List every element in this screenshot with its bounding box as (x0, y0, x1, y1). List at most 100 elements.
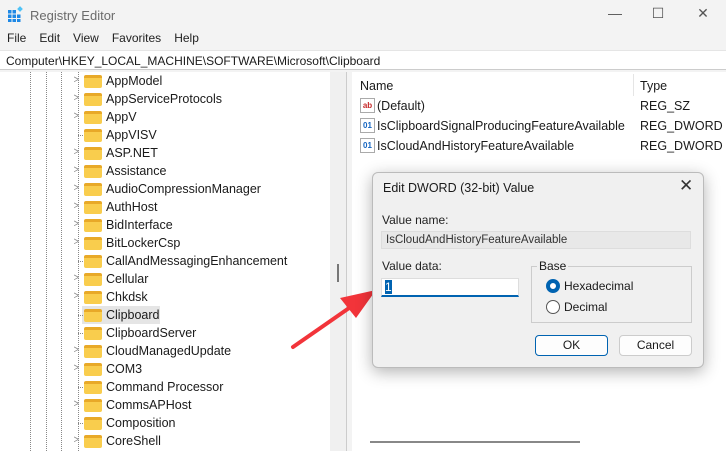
tree-item[interactable]: Composition (0, 414, 330, 432)
menu-edit[interactable]: Edit (32, 31, 66, 49)
value-type: REG_DWORD (640, 139, 723, 153)
tree-item-label: Chkdsk (106, 290, 148, 304)
base-group: Base Hexadecimal Decimal (531, 259, 692, 323)
decimal-radio[interactable] (546, 300, 560, 314)
tree-item[interactable]: Command Processor (0, 378, 330, 396)
address-bar[interactable]: Computer\HKEY_LOCAL_MACHINE\SOFTWARE\Mic… (0, 50, 726, 70)
value-name-field: IsCloudAndHistoryFeatureAvailable (381, 231, 691, 249)
dialog-close-icon[interactable]: ✕ (679, 176, 693, 196)
close-button[interactable]: ✕ (688, 5, 718, 25)
value-type: REG_SZ (640, 99, 691, 113)
scrollbar-thumb[interactable] (370, 441, 580, 443)
chevron-right-icon[interactable]: > (74, 434, 79, 446)
menu-favorites[interactable]: Favorites (105, 31, 167, 49)
decimal-label[interactable]: Decimal (564, 300, 607, 314)
tree-item-label: Cellular (106, 272, 149, 286)
tree-item-label: AppServiceProtocols (106, 92, 223, 106)
chevron-right-icon[interactable]: > (74, 218, 79, 230)
folder-icon (84, 129, 102, 142)
tree-item[interactable]: > CloudManagedUpdate (0, 342, 330, 360)
tree-item[interactable]: > CoreShell (0, 432, 330, 450)
minimize-button[interactable]: — (600, 5, 630, 25)
maximize-button[interactable]: ☐ (643, 5, 673, 25)
chevron-right-icon[interactable]: > (74, 344, 79, 356)
tree-item-label: Command Processor (106, 380, 224, 394)
menu-file[interactable]: File (0, 31, 32, 49)
cancel-button[interactable]: Cancel (619, 335, 692, 356)
tree-item[interactable]: > AuthHost (0, 198, 330, 216)
ok-button[interactable]: OK (535, 335, 608, 356)
folder-icon (84, 237, 102, 250)
tree-item[interactable]: > Cellular (0, 270, 330, 288)
menu-view[interactable]: View (66, 31, 105, 49)
tree-item[interactable]: > AppServiceProtocols (0, 90, 330, 108)
menu-help[interactable]: Help (167, 31, 205, 49)
tree-item[interactable]: > Chkdsk (0, 288, 330, 306)
column-divider[interactable] (633, 74, 634, 96)
folder-icon (84, 255, 102, 268)
tree-item-label: AppV (106, 110, 137, 124)
key-tree[interactable]: > AppModel > AppServiceProtocols > AppV AppVIS… (0, 72, 347, 451)
chevron-right-icon[interactable]: > (74, 398, 79, 410)
tree-item[interactable]: > BidInterface (0, 216, 330, 234)
tree-item-label: BidInterface (106, 218, 173, 232)
folder-icon (84, 93, 102, 106)
edit-dword-dialog: Edit DWORD (32-bit) Value ✕ Value name: … (372, 172, 704, 368)
value-data-input[interactable]: 1 (381, 278, 519, 297)
tree-item[interactable]: > Assistance (0, 162, 330, 180)
tree-item[interactable]: > COM3 (0, 360, 330, 378)
chevron-right-icon[interactable]: > (74, 200, 79, 212)
registry-editor-icon (8, 6, 23, 22)
tree-item-label: Composition (106, 416, 176, 430)
value-row[interactable]: ab (Default) REG_SZ (358, 96, 726, 116)
tree-item-label: ASP.NET (106, 146, 158, 160)
tree-item-label: BitLockerCsp (106, 236, 181, 250)
tree-item[interactable]: Clipboard (0, 306, 330, 324)
tree-item-label: CoreShell (106, 434, 161, 448)
tree-item-label: CallAndMessagingEnhancement (106, 254, 288, 268)
value-row[interactable]: 01 IsCloudAndHistoryFeatureAvailable REG_D… (358, 136, 726, 156)
folder-icon (84, 309, 102, 322)
chevron-right-icon[interactable]: > (74, 146, 79, 158)
chevron-right-icon[interactable]: > (74, 236, 79, 248)
tree-item[interactable]: > AudioCompressionManager (0, 180, 330, 198)
tree-item[interactable]: > AppV (0, 108, 330, 126)
binary-value-icon: 01 (360, 118, 375, 133)
tree-item[interactable]: > ASP.NET (0, 144, 330, 162)
tree-scrollbar[interactable] (330, 72, 346, 451)
folder-icon (84, 345, 102, 358)
tree-item[interactable]: > BitLockerCsp (0, 234, 330, 252)
column-header-type[interactable]: Type (640, 79, 667, 93)
chevron-right-icon[interactable]: > (74, 164, 79, 176)
chevron-right-icon[interactable]: > (74, 290, 79, 302)
tree-item[interactable]: > CommsAPHost (0, 396, 330, 414)
column-header-name[interactable]: Name (360, 79, 393, 93)
folder-icon (84, 165, 102, 178)
chevron-right-icon[interactable]: > (74, 272, 79, 284)
title-bar: Registry Editor — ☐ ✕ (0, 0, 726, 30)
tree-item-label: AppModel (106, 74, 163, 88)
hexadecimal-radio[interactable] (546, 279, 560, 293)
value-row[interactable]: 01 IsClipboardSignalProducingFeatureAvail… (358, 116, 726, 136)
chevron-right-icon[interactable]: > (74, 110, 79, 122)
folder-icon (84, 273, 102, 286)
dialog-title: Edit DWORD (32-bit) Value (383, 181, 535, 195)
window-title: Registry Editor (30, 8, 116, 23)
chevron-right-icon[interactable]: > (74, 92, 79, 104)
tree-item[interactable]: CallAndMessagingEnhancement (0, 252, 330, 270)
chevron-right-icon[interactable]: > (74, 182, 79, 194)
tree-item-label: Assistance (106, 164, 167, 178)
hexadecimal-label[interactable]: Hexadecimal (564, 279, 633, 293)
chevron-right-icon[interactable]: > (74, 362, 79, 374)
base-label: Base (537, 259, 569, 273)
tree-item-label: AudioCompressionManager (106, 182, 261, 196)
tree-item-label: CloudManagedUpdate (106, 344, 232, 358)
tree-item-label: COM3 (106, 362, 143, 376)
tree-item[interactable]: ClipboardServer (0, 324, 330, 342)
tree-scrollbar-thumb[interactable] (337, 264, 339, 282)
tree-item[interactable]: > AppModel (0, 72, 330, 90)
tree-item[interactable]: AppVISV (0, 126, 330, 144)
value-name: (Default) (377, 99, 425, 113)
values-horizontal-scrollbar[interactable] (352, 434, 726, 451)
chevron-right-icon[interactable]: > (74, 74, 79, 86)
